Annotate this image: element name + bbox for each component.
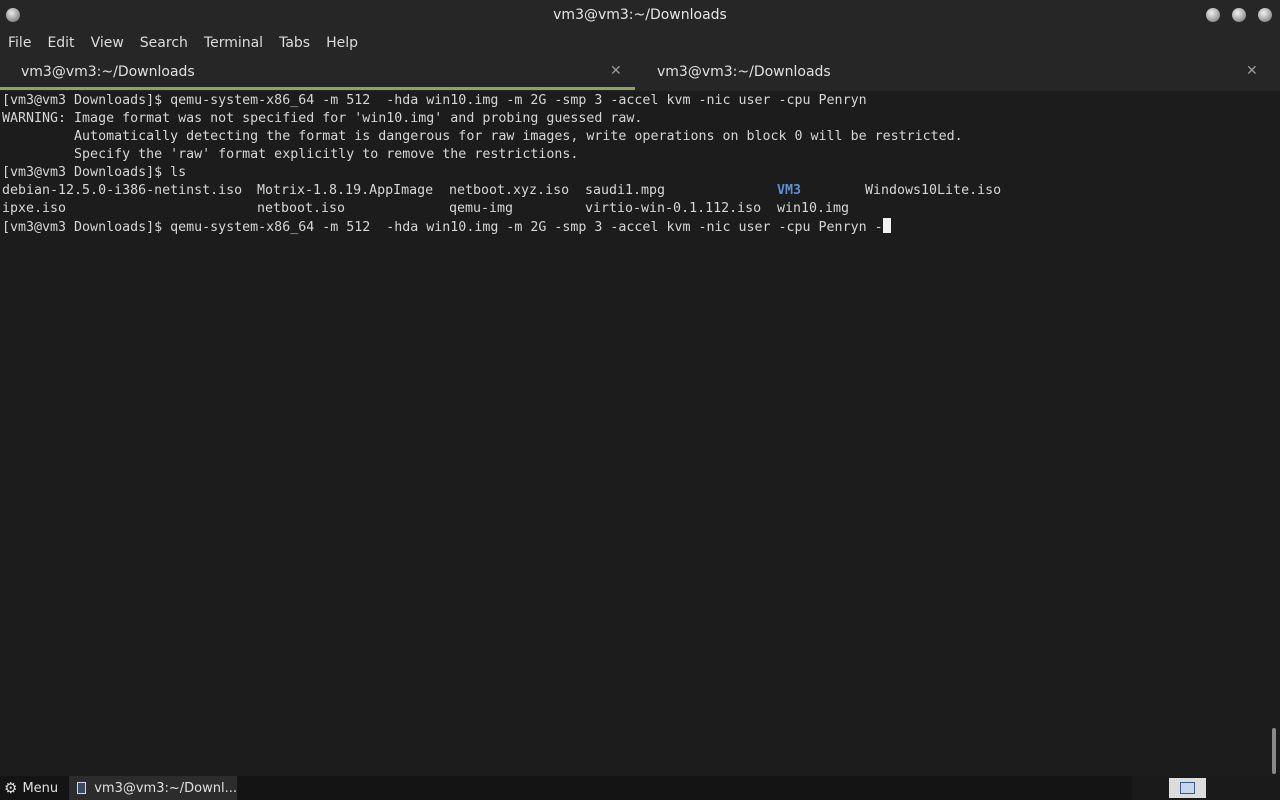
ls-entry: virtio-win-0.1.112.iso — [585, 201, 762, 216]
text-cursor — [882, 218, 891, 233]
menu-help[interactable]: Help — [318, 35, 366, 51]
tab-1[interactable]: vm3@vm3:~/Downloads ✕ — [0, 55, 635, 91]
ls-entry: win10.img — [777, 201, 850, 216]
desktop-icon — [1180, 782, 1195, 794]
ls-entry: netboot.xyz.iso — [449, 183, 570, 198]
taskbar: ⚙ Menu vm3@vm3:~/Downl... — [0, 776, 1280, 800]
menu-terminal[interactable]: Terminal — [196, 35, 271, 51]
ls-entry: Motrix-1.8.19.AppImage — [257, 183, 434, 198]
ls-entry: netboot.iso — [257, 201, 346, 216]
tab-2[interactable]: vm3@vm3:~/Downloads ✕ — [636, 55, 1271, 91]
ls-entry: Windows10Lite.iso — [865, 183, 1002, 198]
menu-edit[interactable]: Edit — [39, 35, 82, 51]
ls-directory-entry: VM3 — [777, 183, 802, 198]
scrollbar-thumb[interactable] — [1272, 728, 1276, 774]
minimize-button[interactable] — [1206, 8, 1220, 22]
show-desktop-button[interactable] — [1169, 778, 1206, 798]
terminal-scrollbar[interactable] — [1268, 91, 1280, 774]
terminal-line: WARNING: Image format was not specified … — [2, 111, 643, 126]
taskbar-window-label: vm3@vm3:~/Downl... — [94, 780, 237, 796]
terminal-line: [vm3@vm3 Downloads]$ ls — [2, 165, 187, 180]
terminal-line: Automatically detecting the format is da… — [2, 129, 963, 144]
menu-file[interactable]: File — [0, 35, 39, 51]
menu-search[interactable]: Search — [132, 35, 196, 51]
tab-1-close-icon[interactable]: ✕ — [610, 63, 622, 79]
window-title: vm3@vm3:~/Downloads — [553, 7, 727, 23]
system-tray — [1132, 776, 1280, 800]
title-bar: vm3@vm3:~/Downloads — [0, 0, 1280, 30]
terminal-output[interactable]: [vm3@vm3 Downloads]$ qemu-system-x86_64 … — [0, 91, 1268, 774]
start-menu-label: Menu — [22, 780, 59, 796]
window-controls — [1206, 8, 1272, 22]
menu-bar: File Edit View Search Terminal Tabs Help — [0, 30, 1280, 55]
window-icon — [77, 782, 87, 794]
terminal-line: [vm3@vm3 Downloads]$ qemu-system-x86_64 … — [2, 93, 867, 108]
tab-bar: vm3@vm3:~/Downloads ✕ vm3@vm3:~/Download… — [0, 55, 1280, 91]
ls-entry: qemu-img — [449, 201, 514, 216]
taskbar-window-button[interactable]: vm3@vm3:~/Downl... — [69, 776, 237, 800]
ls-entry: ipxe.iso — [2, 201, 67, 216]
start-menu-button[interactable]: ⚙ Menu — [4, 779, 58, 797]
ls-entry: debian-12.5.0-i386-netinst.iso — [2, 183, 243, 198]
maximize-button[interactable] — [1232, 8, 1246, 22]
menu-view[interactable]: View — [83, 35, 132, 51]
close-button[interactable] — [1258, 8, 1272, 22]
active-tab-indicator — [0, 87, 635, 90]
tab-1-label: vm3@vm3:~/Downloads — [21, 64, 195, 80]
gear-icon: ⚙ — [4, 779, 18, 797]
command-input: [vm3@vm3 Downloads]$ qemu-system-x86_64 … — [2, 220, 883, 235]
ls-entry: saudi1.mpg — [585, 183, 666, 198]
menu-tabs[interactable]: Tabs — [271, 35, 318, 51]
terminal-line: Specify the 'raw' format explicitly to r… — [2, 147, 579, 162]
prompt-line[interactable]: [vm3@vm3 Downloads]$ qemu-system-x86_64 … — [2, 218, 891, 237]
tab-2-label: vm3@vm3:~/Downloads — [657, 64, 831, 80]
tab-2-close-icon[interactable]: ✕ — [1246, 63, 1258, 79]
